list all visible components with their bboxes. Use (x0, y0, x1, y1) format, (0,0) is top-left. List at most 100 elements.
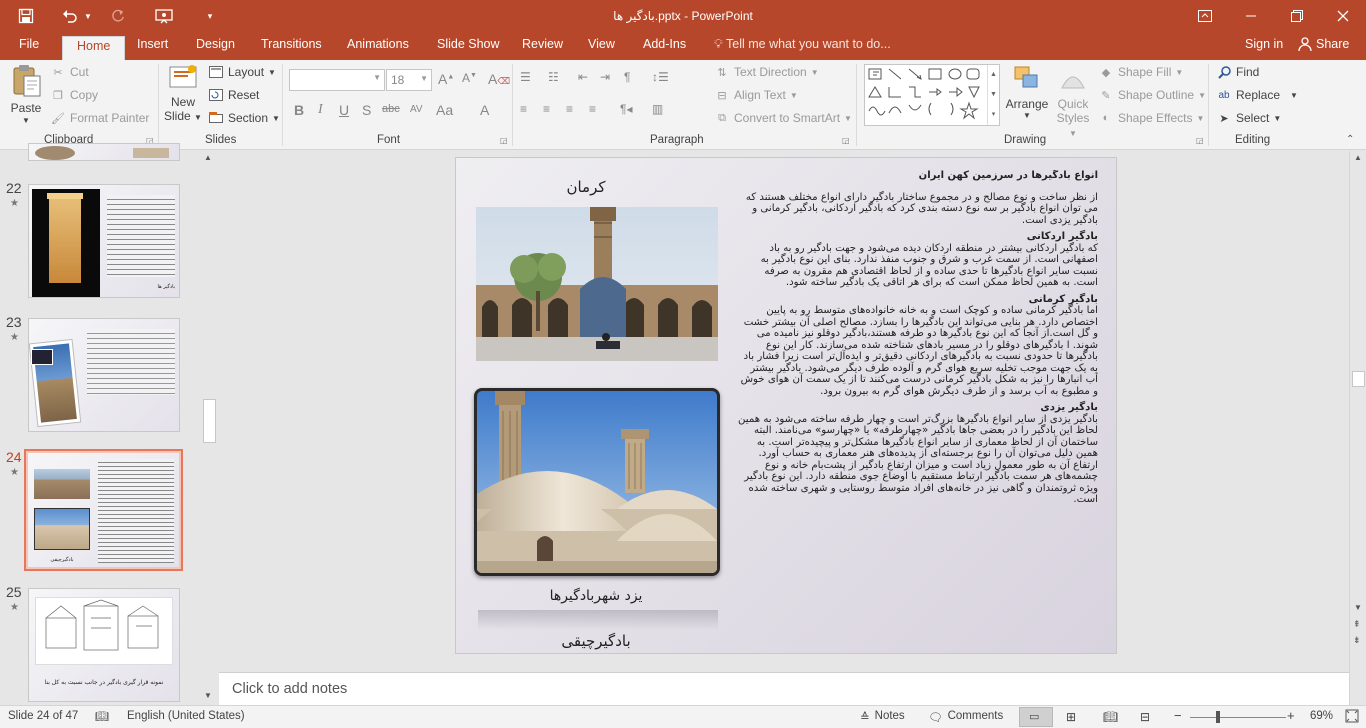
slide-sorter-icon[interactable]: ⊞ (1066, 710, 1076, 724)
slide-counter[interactable]: Slide 24 of 47 (8, 710, 78, 722)
reset-icon (208, 87, 224, 103)
chevron-down-icon: ▼ (420, 74, 428, 83)
slide-thumbnail-partial[interactable] (28, 143, 180, 161)
tab-slideshow[interactable]: Slide Show (437, 37, 500, 51)
select-button[interactable]: ➤ Select ▼ (1216, 110, 1281, 126)
smartart-icon: ⧉ (718, 111, 726, 124)
font-size-combo[interactable]: 18 ▼ (386, 69, 432, 91)
replace-button[interactable]: ab Replace ▼ (1216, 87, 1298, 103)
notes-toggle[interactable]: ≙ Notes (860, 710, 905, 724)
paragraph-launcher-icon[interactable]: ◲ (842, 136, 850, 145)
paste-label: Paste (10, 101, 42, 115)
paragraph-kermani: اما بادگیر کرمانی ساده و کوچک است و به خ… (740, 305, 1098, 397)
zoom-in-icon[interactable]: + (1287, 708, 1295, 723)
pen-icon: ✎ (1101, 89, 1111, 102)
decrease-font-icon: A▼ (462, 71, 477, 85)
current-slide[interactable]: کرمان یزد شهربادگیرها بادگیرچیقی انواع ب… (455, 157, 1117, 654)
slide-thumbnail-25[interactable]: نمونه قرار گیری بادگیر در جانب نسبت به ک… (28, 588, 180, 702)
notes-pane[interactable]: Click to add notes (219, 672, 1349, 705)
scroll-thumb[interactable] (203, 399, 216, 443)
slide-scrollbar[interactable]: ▲ ▼ ⇞ ⇟ (1349, 151, 1366, 705)
cut-label: Cut (70, 65, 89, 79)
spell-check-icon[interactable]: 📖︎ (95, 710, 109, 723)
heading-ardakani: بادگیر اردکانی (1026, 231, 1098, 242)
new-slide-button[interactable]: New Slide ▼ (164, 64, 202, 123)
section-button[interactable]: Section ▼ (208, 110, 280, 126)
find-button[interactable]: Find (1216, 64, 1259, 80)
effects-icon: ◐ (1102, 112, 1110, 124)
slideshow-view-icon[interactable]: ⊟ (1140, 710, 1150, 724)
scroll-thumb[interactable] (1352, 371, 1365, 387)
previous-slide-icon[interactable]: ⇞ (1353, 619, 1361, 630)
paragraph-yazdi: بادگیر یزدی از سایر انواع بادگیرها بزرگ‌… (738, 413, 1098, 506)
photo-yazd-ab-anbar[interactable] (474, 388, 720, 576)
slide-thumbnail-22[interactable]: بادگیر ها (28, 184, 180, 298)
tab-file[interactable]: File (19, 37, 39, 51)
tab-insert[interactable]: Insert (137, 37, 168, 51)
tell-me-search[interactable]: 💡︎ Tell me what you want to do... (714, 37, 891, 52)
slide-number: 25 (6, 584, 22, 600)
layout-label: Layout (228, 65, 265, 79)
language-indicator[interactable]: English (United States) (127, 710, 245, 722)
zoom-slider-thumb[interactable] (1216, 711, 1220, 723)
share-button[interactable]: Share (1298, 37, 1349, 51)
font-size-value: 18 (391, 73, 405, 87)
tab-home[interactable]: Home (62, 36, 126, 61)
tab-design[interactable]: Design (196, 37, 235, 51)
font-name-combo[interactable]: ▼ (289, 69, 385, 91)
scroll-down-icon[interactable]: ▼ (1354, 603, 1362, 612)
tab-addins[interactable]: Add-Ins (643, 37, 686, 51)
next-slide-icon[interactable]: ⇟ (1353, 635, 1361, 646)
collapse-ribbon-icon[interactable]: ⌃ (1346, 134, 1354, 145)
photo-reflection (478, 610, 718, 630)
tab-view[interactable]: View (588, 37, 615, 51)
thumbnail-scrollbar[interactable]: ▲ ▼ (201, 151, 218, 705)
drawing-launcher-icon[interactable]: ◲ (1196, 136, 1204, 145)
comments-toggle[interactable]: 🗨︎ Comments (928, 710, 1003, 724)
sign-in-link[interactable]: Sign in (1245, 37, 1283, 51)
slide-thumbnail-23[interactable] (28, 318, 180, 432)
increase-indent-icon: ⇥ (600, 70, 611, 84)
zoom-slider-track[interactable] (1190, 717, 1286, 718)
photo-kerman-caravanserai[interactable] (476, 207, 718, 361)
fit-slide-icon[interactable] (1345, 709, 1359, 726)
reading-view-icon[interactable]: 📖︎ (1103, 710, 1118, 724)
scroll-down-icon[interactable]: ▼ (204, 691, 212, 700)
layout-button[interactable]: Layout ▼ (208, 64, 276, 80)
notes-placeholder: Click to add notes (232, 681, 348, 697)
zoom-out-icon[interactable]: − (1174, 708, 1182, 723)
star-icon: ★ (10, 602, 19, 613)
minimize-icon[interactable] (1228, 0, 1274, 32)
numbering-icon: ☷ (548, 70, 559, 84)
comment-icon: 🗨︎ (928, 712, 943, 724)
restore-icon[interactable] (1274, 0, 1320, 32)
paste-button[interactable]: Paste ▼ (8, 64, 44, 125)
shapes-gallery[interactable]: ▲ ▼ ▾ (864, 64, 1000, 126)
arrange-button[interactable]: Arrange ▼ (1004, 64, 1050, 120)
gallery-scroll-icons: ▲ ▼ ▾ (987, 65, 999, 125)
tab-transitions[interactable]: Transitions (261, 37, 322, 51)
share-label: Share (1316, 37, 1350, 51)
text-direction-button: ⇅ Text Direction ▼ (714, 64, 818, 80)
slide-body-text[interactable]: انواع بادگیرها در سرزمین کهن ایران از نظ… (738, 170, 1098, 652)
increase-font-icon: A▲ (438, 71, 455, 87)
window-title: بادگیر ها.pptx - PowerPoint (613, 9, 753, 23)
tab-animations[interactable]: Animations (347, 37, 409, 51)
slide-number: 22 (6, 180, 22, 196)
scroll-up-icon[interactable]: ▲ (1354, 153, 1362, 162)
star-icon: ★ (10, 332, 19, 343)
new-slide-icon (169, 65, 197, 88)
font-launcher-icon[interactable]: ◲ (500, 136, 508, 145)
slide-number: 24 (6, 449, 22, 465)
scroll-up-icon[interactable]: ▲ (204, 153, 212, 162)
close-icon[interactable] (1320, 0, 1366, 32)
tab-review[interactable]: Review (522, 37, 563, 51)
reset-button[interactable]: Reset (208, 87, 259, 103)
ribbon-display-icon[interactable] (1182, 0, 1228, 32)
char-spacing-icon: AV (410, 104, 423, 115)
slide-thumbnail-24-selected[interactable]: بادگیرچیقی (24, 449, 183, 571)
normal-view-button[interactable]: ▭ (1019, 707, 1053, 727)
zoom-level[interactable]: 69% (1310, 710, 1333, 722)
shape-outline-label: Shape Outline (1118, 88, 1195, 102)
separator (512, 64, 513, 146)
